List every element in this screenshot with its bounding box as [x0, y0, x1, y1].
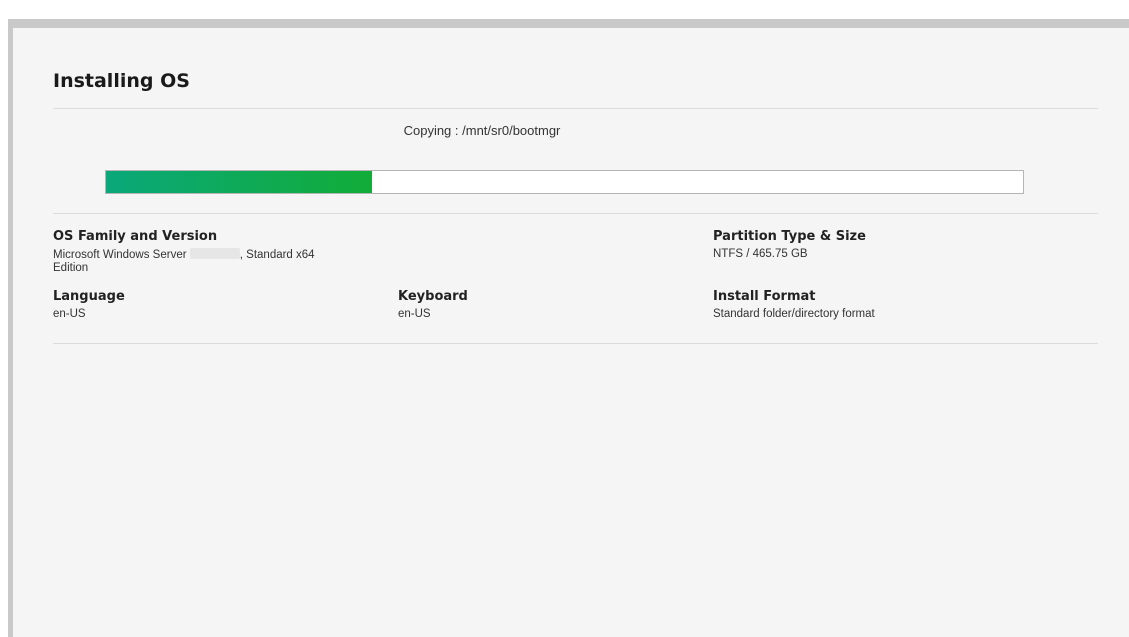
divider-bottom: [53, 343, 1098, 344]
keyboard-field: Keyboard en-US: [398, 289, 698, 321]
progress-bar: [105, 170, 1024, 194]
language-field: Language en-US: [53, 289, 353, 321]
os-family-field: OS Family and Version Microsoft Windows …: [53, 229, 383, 275]
partition-value: NTFS / 465.75 GB: [713, 248, 808, 260]
progress-status-text: Copying : /mnt/sr0/bootmgr: [403, 123, 561, 138]
os-family-value-prefix: Microsoft Windows Server: [53, 249, 187, 261]
language-value: en-US: [53, 308, 86, 320]
redacted-version-block: [189, 248, 240, 259]
os-family-label: OS Family and Version: [53, 229, 218, 244]
install-panel: Installing OS Copying : /mnt/sr0/bootmgr…: [13, 28, 1129, 637]
os-family-value-suffix: , Standard x64: [239, 249, 315, 261]
install-format-field: Install Format Standard folder/directory…: [713, 289, 1093, 321]
divider-middle: [53, 213, 1098, 214]
page-title: Installing OS: [53, 70, 190, 92]
language-label: Language: [53, 289, 125, 304]
install-format-value: Standard folder/directory format: [713, 308, 875, 320]
window-top-border: [8, 19, 1129, 28]
install-format-label: Install Format: [713, 289, 816, 304]
divider-top: [53, 108, 1098, 109]
progress-bar-fill: [106, 171, 372, 193]
os-family-value-line2: Edition: [53, 262, 89, 274]
keyboard-label: Keyboard: [398, 289, 468, 304]
os-family-value: Microsoft Windows Server , Standard x64 …: [53, 248, 383, 275]
keyboard-value: en-US: [398, 308, 431, 320]
progress-status: Copying : /mnt/sr0/bootmgr: [13, 123, 1129, 138]
partition-label: Partition Type & Size: [713, 229, 866, 244]
partition-field: Partition Type & Size NTFS / 465.75 GB: [713, 229, 1093, 261]
